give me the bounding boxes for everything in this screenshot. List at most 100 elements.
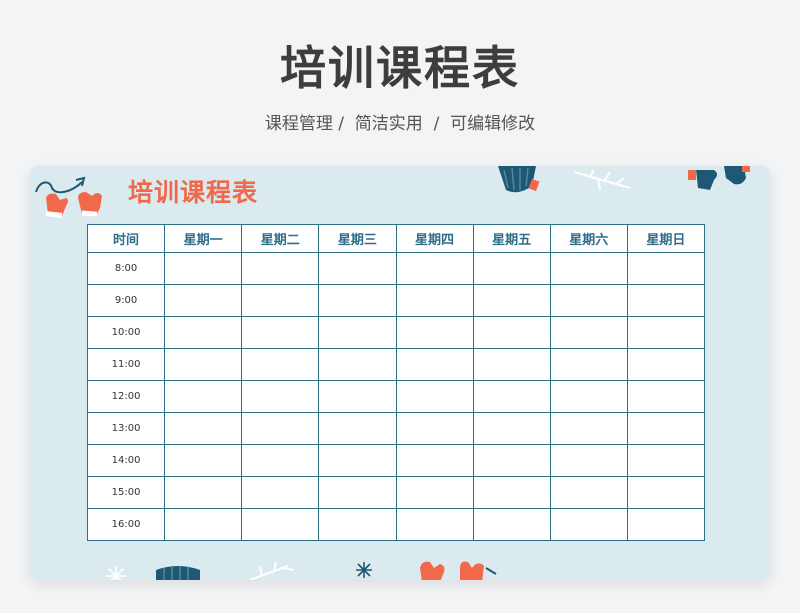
page-title: 培训课程表 (280, 41, 520, 95)
schedule-cell[interactable] (164, 316, 243, 349)
schedule-cell[interactable] (164, 476, 243, 509)
schedule-cell[interactable] (472, 252, 551, 285)
schedule-cell[interactable] (241, 380, 320, 413)
schedule-cell[interactable] (318, 508, 397, 541)
card-title: 培训课程表 (128, 178, 259, 207)
mitten-icon (78, 192, 102, 217)
schedule-cell[interactable] (318, 284, 397, 317)
schedule-cell[interactable] (395, 380, 474, 413)
schedule-cell[interactable] (549, 380, 628, 413)
time-slot-cell: 15:00 (86, 476, 166, 509)
schedule-cell[interactable] (241, 444, 320, 477)
twig-icon (249, 562, 295, 580)
schedule-cell[interactable] (395, 316, 474, 349)
schedule-cell[interactable] (164, 444, 243, 477)
table-row: 16:00 (86, 508, 706, 541)
schedule-cell[interactable] (318, 380, 397, 413)
snowflake-icon (356, 562, 372, 578)
table-row: 14:00 (86, 444, 706, 477)
header-time: 时间 (86, 224, 166, 253)
header-thursday: 星期四 (395, 224, 474, 253)
header-friday: 星期五 (472, 224, 551, 253)
header-wednesday: 星期三 (318, 224, 397, 253)
header-monday: 星期一 (164, 224, 243, 253)
schedule-cell[interactable] (241, 316, 320, 349)
schedule-cell[interactable] (164, 252, 243, 285)
scarf-icon (498, 166, 540, 193)
schedule-cell[interactable] (472, 508, 551, 541)
schedule-cell[interactable] (549, 316, 628, 349)
schedule-cell[interactable] (626, 476, 706, 509)
schedule-cell[interactable] (395, 252, 474, 285)
schedule-cell[interactable] (549, 476, 628, 509)
schedule-cell[interactable] (164, 348, 243, 381)
schedule-cell[interactable] (626, 316, 706, 349)
mitten-icon (460, 561, 497, 580)
table-row: 15:00 (86, 476, 706, 509)
schedule-cell[interactable] (318, 252, 397, 285)
schedule-cell[interactable] (395, 412, 474, 445)
time-slot-cell: 14:00 (86, 444, 166, 477)
table-row: 8:00 (86, 252, 706, 285)
schedule-cell[interactable] (395, 348, 474, 381)
schedule-cell[interactable] (318, 444, 397, 477)
table-row: 10:00 (86, 316, 706, 349)
schedule-cell[interactable] (549, 508, 628, 541)
schedule-cell[interactable] (164, 412, 243, 445)
schedule-cell[interactable] (472, 444, 551, 477)
header-sunday: 星期日 (626, 224, 706, 253)
schedule-cell[interactable] (318, 316, 397, 349)
schedule-body: 8:00 9:00 10:00 11:00 12:00 13:00 14:00 15:00 16… (86, 252, 706, 541)
time-slot-cell: 8:00 (86, 252, 166, 285)
schedule-cell[interactable] (549, 412, 628, 445)
schedule-cell[interactable] (241, 476, 320, 509)
schedule-cell[interactable] (626, 380, 706, 413)
schedule-cell[interactable] (164, 284, 243, 317)
time-slot-cell: 13:00 (86, 412, 166, 445)
twig-icon (573, 169, 631, 191)
schedule-cell[interactable] (395, 284, 474, 317)
schedule-cell[interactable] (241, 508, 320, 541)
header-saturday: 星期六 (549, 224, 628, 253)
schedule-cell[interactable] (472, 316, 551, 349)
mitten-icon (724, 166, 750, 185)
schedule-cell[interactable] (241, 252, 320, 285)
schedule-cell[interactable] (549, 284, 628, 317)
schedule-cell[interactable] (472, 348, 551, 381)
schedule-cell[interactable] (626, 252, 706, 285)
schedule-cell[interactable] (626, 412, 706, 445)
schedule-cell[interactable] (395, 476, 474, 509)
schedule-cell[interactable] (318, 348, 397, 381)
time-slot-cell: 9:00 (86, 284, 166, 317)
schedule-cell[interactable] (626, 508, 706, 541)
schedule-cell[interactable] (395, 508, 474, 541)
schedule-cell[interactable] (241, 412, 320, 445)
schedule-cell[interactable] (626, 444, 706, 477)
schedule-cell[interactable] (241, 284, 320, 317)
mitten-icon (420, 561, 445, 580)
schedule-cell[interactable] (472, 412, 551, 445)
schedule-card: 培训课程表 时间 星期一 星期二 星期三 星期四 星期五 星期六 星期日 8:0… (30, 166, 770, 580)
schedule-cell[interactable] (318, 476, 397, 509)
table-header-row: 时间 星期一 星期二 星期三 星期四 星期五 星期六 星期日 (86, 224, 706, 253)
table-row: 11:00 (86, 348, 706, 381)
time-slot-cell: 16:00 (86, 508, 166, 541)
schedule-cell[interactable] (472, 380, 551, 413)
schedule-cell[interactable] (549, 252, 628, 285)
schedule-cell[interactable] (241, 348, 320, 381)
schedule-cell[interactable] (626, 284, 706, 317)
schedule-cell[interactable] (318, 412, 397, 445)
schedule-cell[interactable] (549, 348, 628, 381)
mitten-icon (45, 193, 68, 218)
snowflake-icon (106, 566, 126, 580)
schedule-cell[interactable] (472, 476, 551, 509)
table-row: 13:00 (86, 412, 706, 445)
time-slot-cell: 12:00 (86, 380, 166, 413)
table-row: 12:00 (86, 380, 706, 413)
schedule-cell[interactable] (164, 380, 243, 413)
schedule-cell[interactable] (164, 508, 243, 541)
schedule-cell[interactable] (549, 444, 628, 477)
schedule-cell[interactable] (626, 348, 706, 381)
schedule-cell[interactable] (395, 444, 474, 477)
schedule-cell[interactable] (472, 284, 551, 317)
